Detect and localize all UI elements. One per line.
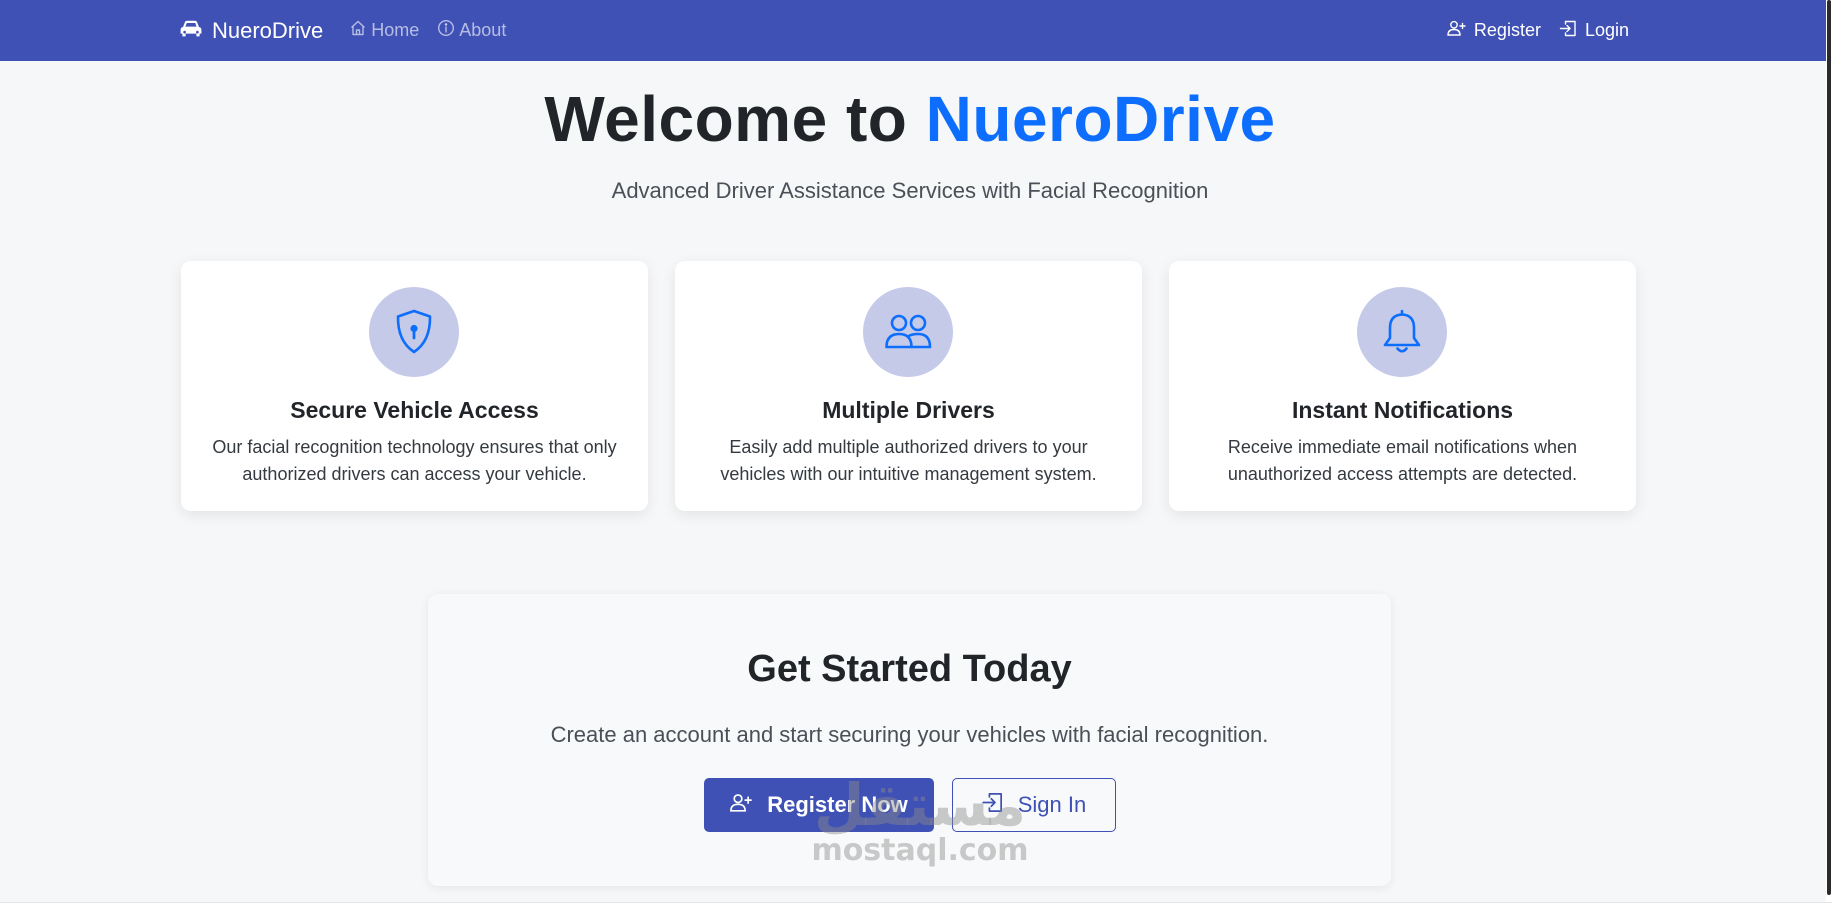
car-icon <box>179 18 212 44</box>
cta-title: Get Started Today <box>747 648 1072 690</box>
brand-name: NueroDrive <box>212 17 324 43</box>
shield-lock-icon <box>369 287 459 377</box>
feature-title: Secure Vehicle Access <box>290 397 539 423</box>
navbar-right: Register Login <box>1429 20 1629 42</box>
nav-link-about[interactable]: About <box>437 19 506 42</box>
nav-link-about-label: About <box>459 20 507 40</box>
nav-link-home[interactable]: Home <box>349 19 419 42</box>
vertical-scrollbar[interactable] <box>1826 0 1832 910</box>
person-plus-icon <box>729 792 767 818</box>
nav-link-register-label: Register <box>1473 20 1541 40</box>
nav-link-login[interactable]: Login <box>1559 20 1629 42</box>
bell-icon <box>1357 287 1447 377</box>
hero-title: Welcome to NueroDrive <box>0 82 1820 156</box>
register-now-button[interactable]: Register Now <box>703 778 934 832</box>
feature-title: Instant Notifications <box>1291 397 1514 423</box>
people-icon <box>863 287 953 377</box>
feature-description: Our facial recognition technology ensure… <box>212 437 617 484</box>
feature-description: Easily add multiple authorized drivers t… <box>720 437 1097 484</box>
page: NueroDrive Home About Register Login Wel… <box>0 0 1826 902</box>
scrollbar-thumb[interactable] <box>1827 0 1831 895</box>
feature-card-secure-access: Secure Vehicle Access Our facial recogni… <box>181 261 648 511</box>
hero-title-accent: NueroDrive <box>925 83 1276 155</box>
feature-description: Receive immediate email notifications wh… <box>1227 437 1578 484</box>
nav-link-login-label: Login <box>1584 20 1629 40</box>
register-now-label: Register Now <box>767 792 908 817</box>
hero-title-prefix: Welcome to <box>544 83 926 155</box>
get-started-section: Get Started Today Create an account and … <box>428 594 1391 886</box>
window-bottom-edge <box>0 902 1832 910</box>
feature-card-multiple-drivers: Multiple Drivers Easily add multiple aut… <box>675 261 1142 511</box>
navbar: NueroDrive Home About Register Login <box>0 0 1826 61</box>
house-icon <box>349 19 371 42</box>
sign-in-button[interactable]: Sign In <box>951 778 1116 832</box>
info-circle-icon <box>437 19 459 42</box>
feature-card-notifications: Instant Notifications Receive immediate … <box>1169 261 1636 511</box>
cta-subtitle: Create an account and start securing you… <box>550 722 1269 747</box>
brand-link[interactable]: NueroDrive <box>179 18 323 44</box>
box-arrow-in-right-icon <box>981 792 1018 819</box>
feature-cards: Secure Vehicle Access Our facial recogni… <box>181 261 1636 511</box>
navbar-inner: NueroDrive Home About Register Login <box>179 0 1629 61</box>
feature-title: Multiple Drivers <box>822 397 995 423</box>
hero-subtitle: Advanced Driver Assistance Services with… <box>611 178 1209 203</box>
box-arrow-in-right-icon <box>1559 20 1585 42</box>
person-plus-icon <box>1447 20 1474 41</box>
nav-link-home-label: Home <box>371 20 420 40</box>
cta-buttons: Register Now Sign In <box>428 778 1391 832</box>
nav-link-register[interactable]: Register <box>1447 20 1541 41</box>
sign-in-label: Sign In <box>1017 792 1087 817</box>
